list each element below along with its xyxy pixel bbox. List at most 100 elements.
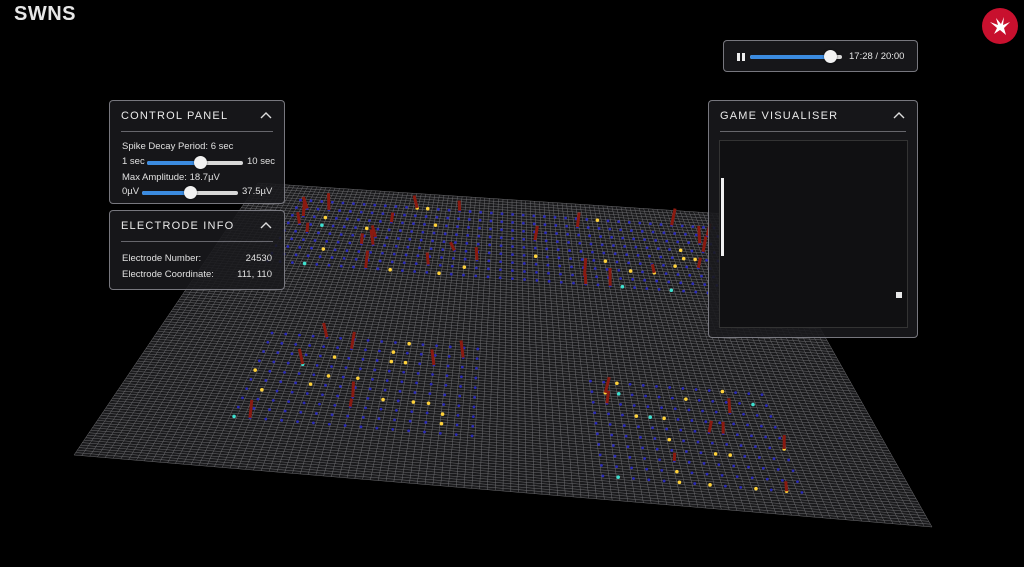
electrode-dot [780, 478, 784, 482]
electrode-dot [475, 357, 479, 361]
electrode-dot [361, 415, 365, 419]
electrode-dot [765, 404, 768, 407]
electrode-dot [751, 402, 755, 407]
pause-icon[interactable] [737, 53, 745, 61]
electrode-dot [312, 215, 316, 219]
electrode-dot [700, 274, 703, 278]
pong-ball [896, 292, 902, 298]
electrode-dot [630, 393, 634, 397]
spike-decay-slider[interactable] [147, 156, 243, 169]
electrode-dot [467, 218, 471, 221]
electrode-dot [684, 232, 687, 236]
electrode-dot [735, 475, 739, 479]
playback-time: 17:28 / 20:00 [849, 51, 905, 62]
electrode-dot [644, 394, 647, 398]
electrode-dot [739, 485, 743, 489]
electrode-dot [304, 353, 308, 357]
electrode-dot [691, 282, 695, 286]
electrode-dot [687, 241, 691, 245]
electrode-dot [610, 433, 614, 437]
electrode-dot [466, 233, 470, 237]
electrode-dot [286, 221, 290, 225]
electrode-dot [626, 445, 630, 449]
electrode-dot [699, 451, 703, 455]
electrode-dot [776, 468, 780, 471]
spike-bar [359, 233, 364, 244]
electrode-dot [535, 270, 538, 274]
electrode-dot [467, 226, 470, 229]
electrode-dot [657, 287, 661, 291]
electrode-dot [631, 277, 635, 281]
electrode-dot [596, 283, 600, 287]
playback-progress-thumb[interactable] [824, 50, 838, 63]
electrode-dot [308, 344, 312, 347]
electrode-dot [294, 229, 298, 233]
electrode-dot [398, 229, 402, 233]
electrode-dot [633, 286, 637, 289]
electrode-dot [757, 456, 761, 459]
electrode-dot [380, 340, 384, 343]
electrode-dot [449, 272, 453, 276]
electrode-dot [284, 332, 288, 336]
electrode-dot [327, 263, 331, 267]
electrode-dot [405, 205, 408, 209]
max-amplitude-slider[interactable] [142, 186, 238, 199]
electrode-dot [723, 484, 727, 488]
electrode-dot [487, 251, 491, 255]
electrode-dot [655, 384, 658, 388]
chevron-up-icon[interactable] [259, 219, 273, 231]
electrode-dot [555, 240, 559, 244]
electrode-dot [567, 241, 570, 244]
electrode-dot [600, 464, 603, 467]
playback-bar: 17:28 / 20:00 [723, 40, 918, 72]
electrode-dot [351, 233, 355, 237]
electrode-dot [327, 422, 331, 426]
max-amplitude-thumb[interactable] [184, 186, 197, 199]
electrode-dot [544, 231, 547, 235]
electrode-number-label: Electrode Number: [122, 253, 202, 264]
electrode-dot [691, 225, 695, 229]
electrode-dot [394, 408, 398, 412]
electrode-dot [543, 223, 547, 227]
electrode-dot [341, 201, 345, 205]
electrode-dot [534, 262, 538, 266]
electrode-dot [595, 432, 599, 436]
electrode-dot [391, 428, 395, 431]
electrode-dot [673, 264, 677, 268]
electrode-dot [400, 269, 404, 273]
electrode-dot [665, 427, 669, 431]
electrode-dot [299, 198, 302, 202]
electrode-dot [665, 239, 669, 243]
electrode-dot [593, 267, 597, 270]
chevron-up-icon[interactable] [892, 109, 906, 121]
electrode-dot [381, 397, 385, 402]
spike-decay-thumb[interactable] [194, 156, 208, 169]
electrode-dot [298, 333, 301, 337]
electrode-dot [476, 347, 480, 351]
electrode-dot [344, 366, 348, 370]
electrode-dot [264, 379, 268, 382]
electrode-dot [615, 381, 619, 386]
electrode-dot [373, 203, 377, 207]
electrode-dot [760, 393, 764, 397]
electrode-dot [617, 220, 621, 224]
electrode-dot [590, 250, 594, 254]
electrode-dot [264, 417, 268, 421]
playback-progress-slider[interactable] [750, 50, 842, 63]
electrode-dot [317, 231, 320, 235]
electrode-dot [632, 404, 636, 407]
electrode-dot [440, 412, 445, 416]
electrode-dot [632, 477, 635, 480]
electrode-dot [610, 235, 614, 239]
electrode-dot [418, 246, 421, 250]
electrode-dot [410, 230, 414, 233]
electrode-dot [268, 408, 271, 412]
chevron-up-icon[interactable] [259, 109, 273, 121]
electrode-dot [387, 369, 391, 373]
spike-decay-min-label: 1 sec [122, 156, 145, 167]
electrode-dot [253, 368, 257, 372]
electrode-dot [398, 389, 402, 393]
electrode-dot [296, 420, 299, 424]
spike-bar [296, 211, 301, 224]
electrode-dot [680, 224, 684, 228]
